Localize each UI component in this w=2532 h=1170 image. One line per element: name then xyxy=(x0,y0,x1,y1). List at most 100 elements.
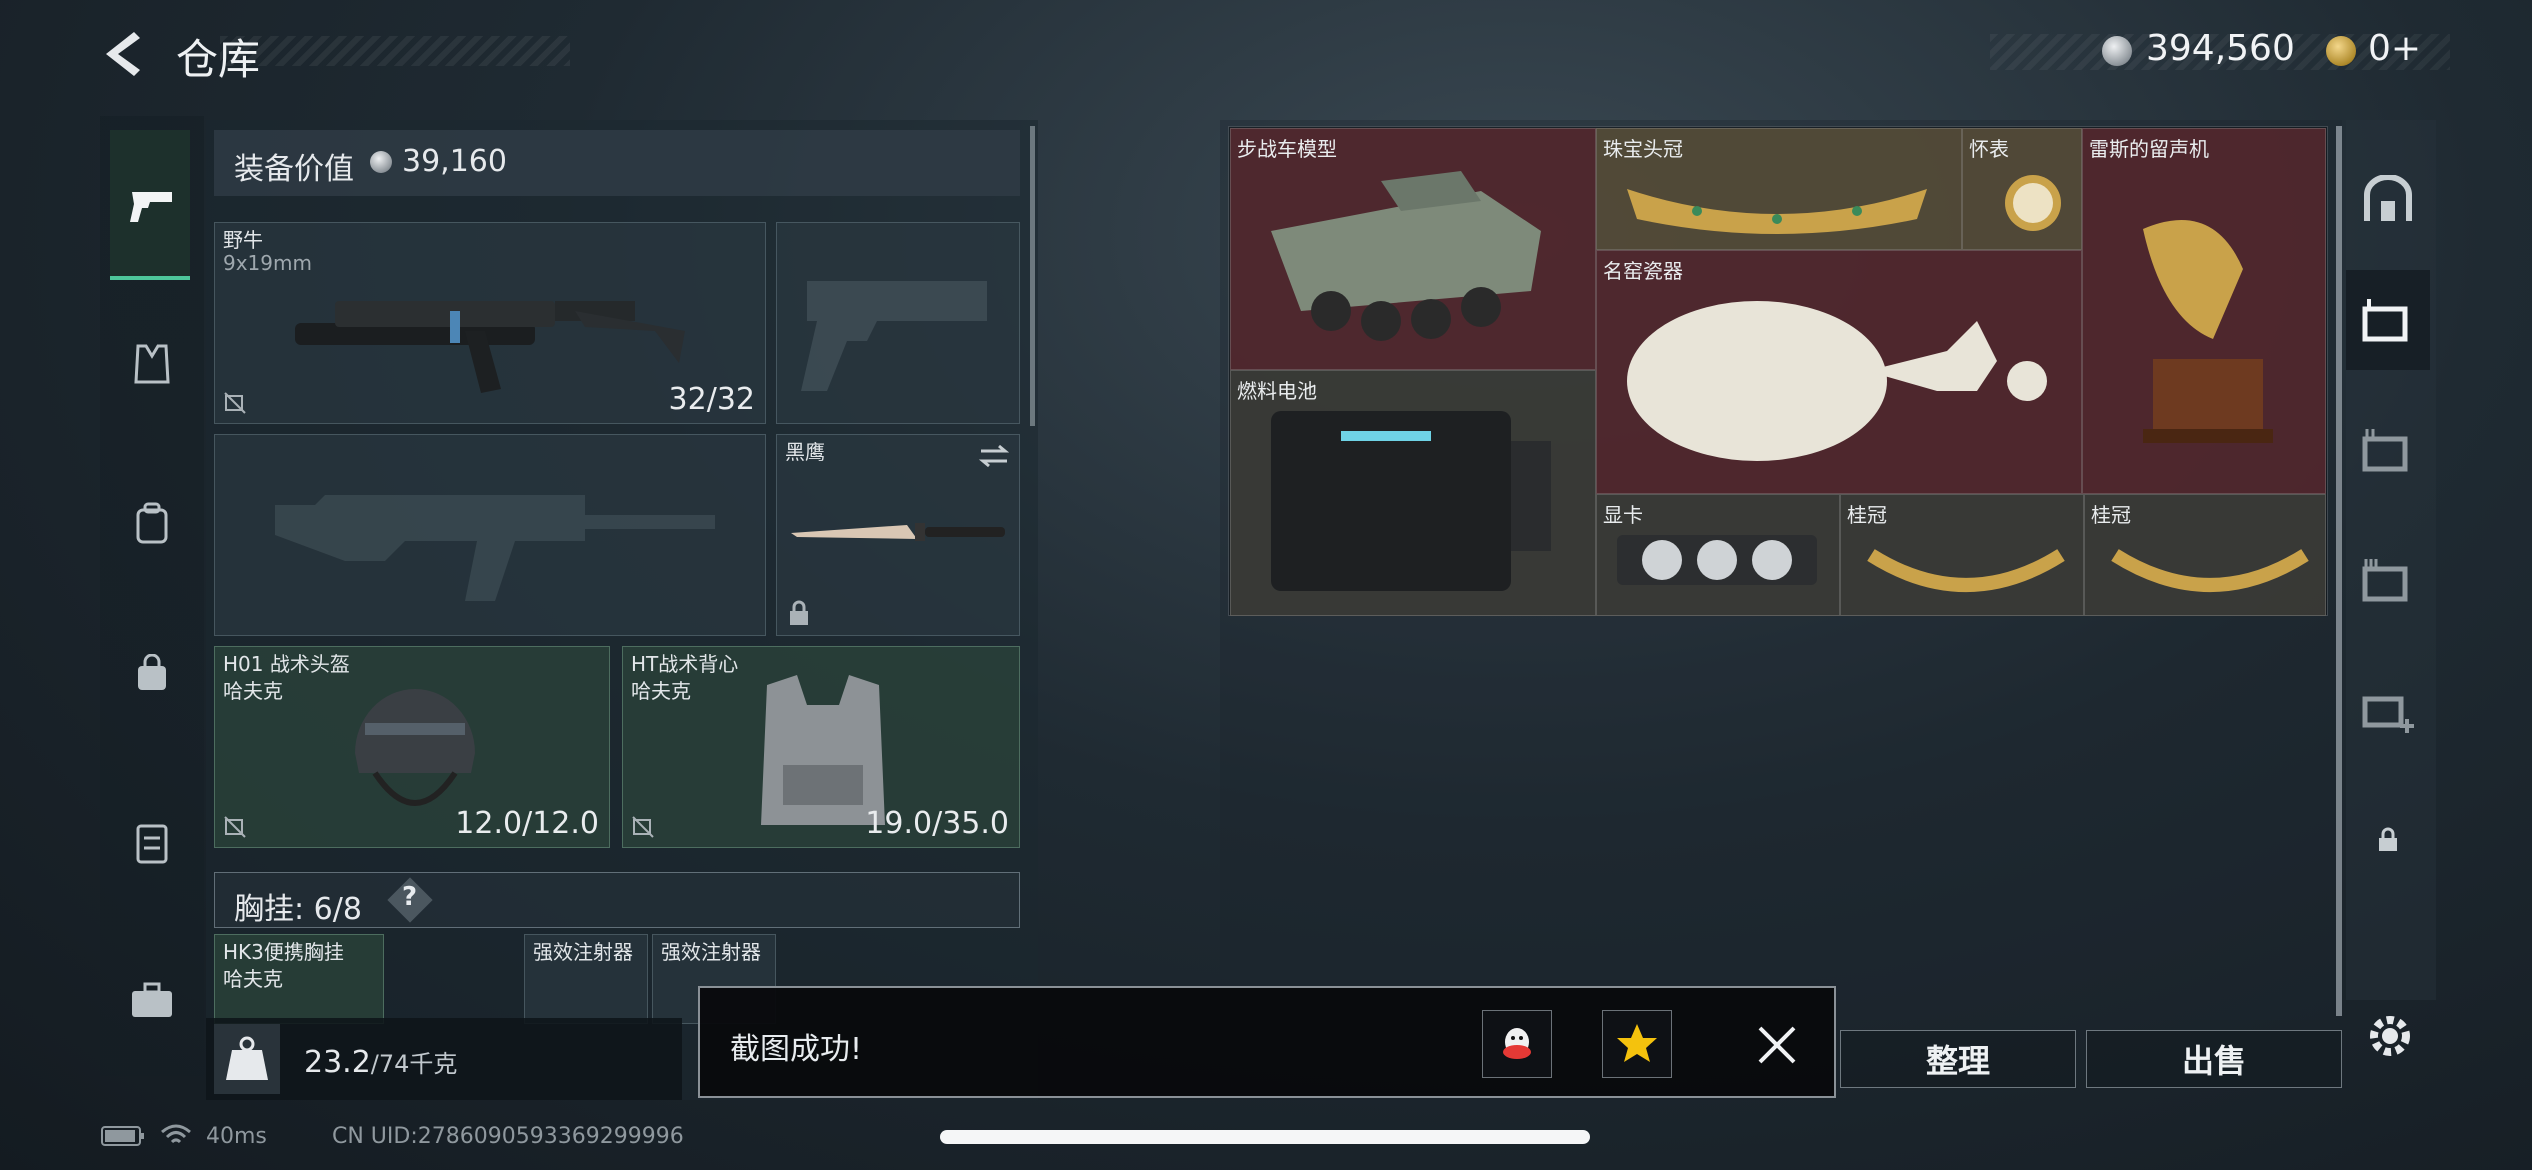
helmet-slot[interactable]: H01 战术头盔 哈夫克 12.0/12.0 xyxy=(214,646,610,848)
title-decoration xyxy=(220,36,570,66)
secondary-weapon-slot[interactable] xyxy=(214,434,766,636)
weight-unit: /74千克 xyxy=(370,1050,458,1078)
add-storage-icon xyxy=(2362,696,2414,733)
item-name: 燃料电池 xyxy=(1237,379,1317,403)
qq-icon xyxy=(1503,1028,1531,1059)
primary-weapon-slot[interactable]: 野牛 9x19mm 32/32 xyxy=(214,222,766,424)
storage-item[interactable]: 燃料电池 xyxy=(1230,370,1596,616)
storage-1-icon xyxy=(2362,299,2408,342)
nav-backpack[interactable] xyxy=(110,482,194,566)
lock-icon xyxy=(2379,827,2397,851)
locked-tab[interactable] xyxy=(2346,790,2430,890)
injector-name: 强效注射器 xyxy=(533,940,633,964)
gear-icon[interactable] xyxy=(2364,1010,2416,1062)
pistol-placeholder-icon xyxy=(801,281,987,391)
vest-brand: 哈夫克 xyxy=(631,679,691,703)
equipment-value: 39,160 xyxy=(402,144,507,179)
bag-icon xyxy=(138,654,166,690)
ifv-model-image xyxy=(1271,171,1541,341)
help-icon: ? xyxy=(402,882,418,912)
item-name: 名窑瓷器 xyxy=(1603,259,1683,283)
storage-item[interactable]: 名窑瓷器 xyxy=(1596,250,2082,494)
storage-item[interactable]: 桂冠 xyxy=(2084,494,2326,616)
weapon-name: 野牛 xyxy=(223,228,263,252)
currency-amount: 394,560 xyxy=(2146,28,2295,69)
fuel-cell-image xyxy=(1271,411,1551,591)
vault-tab[interactable] xyxy=(2346,150,2430,250)
laurel-wreath-image xyxy=(1867,549,2065,592)
chest-rig-icon xyxy=(136,824,168,864)
vest-name: HT战术背心 xyxy=(631,652,739,676)
nav-chest-rig[interactable] xyxy=(110,800,194,884)
item-name: 雷斯的留声机 xyxy=(2089,137,2209,161)
helmet-durability: 12.0/12.0 xyxy=(455,806,599,841)
equipment-scrollbar[interactable] xyxy=(1030,126,1035,426)
nav-case[interactable] xyxy=(110,958,194,1042)
graphics-card-image xyxy=(1617,535,1817,585)
pistol-slot[interactable] xyxy=(776,222,1020,424)
vest-slot[interactable]: HT战术背心 哈夫克 19.0/35.0 xyxy=(622,646,1020,848)
storage-2-icon xyxy=(2362,429,2408,472)
page-title: 仓库 xyxy=(176,35,261,84)
gramophone-image xyxy=(2143,220,2273,443)
melee-name: 黑鹰 xyxy=(785,440,825,464)
chest-rig-item[interactable]: HK3便携胸挂 哈夫克 xyxy=(214,934,384,1024)
equipment-value-label: 装备价值 xyxy=(234,152,354,187)
silver-coin-icon xyxy=(2102,36,2132,66)
wifi-icon xyxy=(161,1124,191,1144)
vest-icon xyxy=(134,344,170,384)
weight-value: 23.2 xyxy=(304,1045,371,1080)
weight-icon xyxy=(214,1024,280,1094)
share-qq-button[interactable] xyxy=(1482,1010,1552,1078)
rifle-placeholder-icon xyxy=(275,495,715,601)
sort-button[interactable]: 整理 xyxy=(1840,1030,2076,1088)
backpack-icon xyxy=(136,502,168,544)
storage-item[interactable]: 显卡 xyxy=(1596,494,1840,616)
storage-item[interactable]: 怀表 xyxy=(1962,128,2082,250)
storage-item[interactable]: 珠宝头冠 xyxy=(1596,128,1962,250)
pistol-icon xyxy=(130,192,172,222)
battery-icon xyxy=(101,1126,144,1146)
storage-item[interactable]: 桂冠 xyxy=(1840,494,2084,616)
storage-scrollbar[interactable] xyxy=(2336,126,2342,1016)
jeweled-crown-image xyxy=(1627,189,1927,234)
injector-item[interactable]: 强效注射器 xyxy=(524,934,648,1024)
storage-3-icon xyxy=(2362,559,2408,602)
chest-rig-item-brand: 哈夫克 xyxy=(223,967,283,991)
uid-text: CN UID:2786090593369299996 xyxy=(332,1124,684,1149)
toast-message: 截图成功! xyxy=(730,1032,863,1067)
porcelain-vase-image xyxy=(1627,301,2047,461)
storage-item[interactable]: 雷斯的留声机 xyxy=(2082,128,2326,494)
pocket-watch-image xyxy=(2005,175,2061,231)
back-icon[interactable] xyxy=(100,28,144,80)
briefcase-icon xyxy=(132,982,172,1017)
no-insure-icon xyxy=(224,392,246,414)
laurel-wreath-image xyxy=(2111,549,2309,592)
home-indicator[interactable] xyxy=(940,1130,1590,1144)
add-storage-tab[interactable] xyxy=(2346,660,2430,760)
storage-tab-1[interactable] xyxy=(2346,270,2430,370)
melee-slot[interactable]: 黑鹰 xyxy=(776,434,1020,636)
chest-rig-label: 胸挂: 6/8 xyxy=(234,892,362,927)
share-qzone-button[interactable] xyxy=(1602,1010,1672,1078)
item-name: 珠宝头冠 xyxy=(1603,137,1683,161)
storage-item[interactable]: 步战车模型 xyxy=(1230,128,1596,370)
swap-icon[interactable] xyxy=(977,443,1011,469)
nav-weapon[interactable] xyxy=(110,164,194,248)
injector-name: 强效注射器 xyxy=(661,940,761,964)
storage-tab-2[interactable] xyxy=(2346,400,2430,500)
chest-rig-item-name: HK3便携胸挂 xyxy=(223,940,344,964)
nav-armor[interactable] xyxy=(110,322,194,406)
vest-durability: 19.0/35.0 xyxy=(865,806,1009,841)
close-icon[interactable] xyxy=(1756,1024,1798,1066)
nav-bag[interactable] xyxy=(110,632,194,716)
ammo-count: 32/32 xyxy=(668,382,755,417)
vault-icon xyxy=(2364,175,2412,221)
knife-image xyxy=(791,523,1005,541)
storage-tab-3[interactable] xyxy=(2346,530,2430,630)
sell-button[interactable]: 出售 xyxy=(2086,1030,2342,1088)
gold-amount[interactable]: 0+ xyxy=(2368,28,2421,69)
gold-coin-icon xyxy=(2326,36,2356,66)
lock-icon xyxy=(790,600,808,625)
no-insure-icon xyxy=(632,816,654,838)
